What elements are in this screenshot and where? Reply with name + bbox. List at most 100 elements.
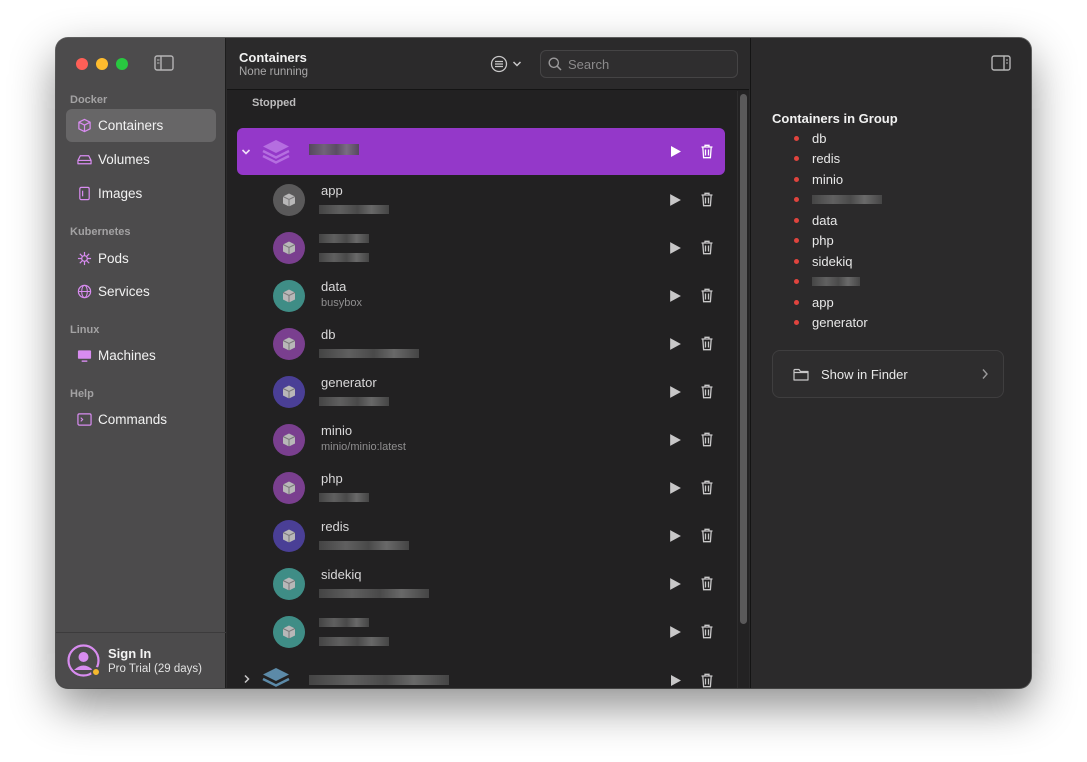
- trash-icon[interactable]: [700, 192, 714, 207]
- group-container-item: redis: [772, 149, 882, 170]
- show-in-finder-button[interactable]: Show in Finder: [772, 350, 1004, 398]
- sidebar-item-label: Commands: [98, 412, 168, 427]
- play-icon[interactable]: [669, 145, 682, 158]
- zoom-window-button[interactable]: [116, 58, 128, 70]
- container-row[interactable]: [227, 608, 737, 656]
- play-icon[interactable]: [669, 674, 682, 687]
- trash-icon[interactable]: [700, 480, 714, 495]
- sidebar-item-machines[interactable]: Machines: [66, 339, 216, 372]
- container-icon: [273, 520, 305, 552]
- play-icon[interactable]: [668, 385, 682, 399]
- filter-menu-button[interactable]: [490, 54, 526, 74]
- trash-icon[interactable]: [700, 673, 714, 688]
- cube-icon: [76, 118, 92, 134]
- group-container-item: minio: [772, 169, 882, 190]
- chevron-right-icon[interactable]: [242, 674, 252, 684]
- trash-icon[interactable]: [700, 336, 714, 351]
- container-row[interactable]: [227, 224, 737, 272]
- container-image-redacted: [319, 397, 389, 406]
- trash-icon[interactable]: [700, 240, 714, 255]
- trash-icon[interactable]: [700, 528, 714, 543]
- group-container-item: sidekiq: [772, 251, 882, 272]
- container-image-redacted: [319, 637, 389, 646]
- page-subtitle: None running: [239, 66, 309, 78]
- container-name: app: [321, 183, 343, 198]
- container-row[interactable]: generator: [227, 368, 737, 416]
- search-input[interactable]: [568, 56, 728, 72]
- container-name: redis: [321, 519, 350, 534]
- trial-status-dot: [91, 667, 101, 677]
- window-controls: [76, 58, 128, 70]
- trash-icon[interactable]: [700, 144, 714, 159]
- container-row[interactable]: minio minio/minio:latest: [227, 416, 737, 464]
- sidebar-item-images[interactable]: Images: [66, 177, 216, 210]
- image-icon: [76, 186, 92, 202]
- container-name: data: [321, 279, 347, 294]
- sidebar-toggle-icon[interactable]: [154, 55, 174, 71]
- sidebar-item-volumes[interactable]: Volumes: [66, 143, 216, 176]
- container-image-redacted: [319, 253, 369, 262]
- play-icon[interactable]: [668, 481, 682, 495]
- trash-icon[interactable]: [700, 432, 714, 447]
- trash-icon[interactable]: [700, 384, 714, 399]
- container-image-redacted: [319, 205, 389, 214]
- terminal-icon: [76, 412, 92, 428]
- play-icon[interactable]: [668, 193, 682, 207]
- bullet-icon: [794, 279, 799, 285]
- filter-icon: [490, 55, 508, 73]
- container-row[interactable]: app: [227, 176, 737, 224]
- sidebar-item-pods[interactable]: Pods: [66, 242, 216, 275]
- sidebar-item-commands[interactable]: Commands: [66, 403, 216, 436]
- trash-icon[interactable]: [700, 624, 714, 639]
- container-icon: [273, 232, 305, 264]
- monitor-icon: [76, 348, 92, 364]
- sign-in-button[interactable]: Sign In Pro Trial (29 days): [56, 632, 226, 688]
- sidebar-item-label: Images: [98, 186, 143, 201]
- container-icon: [273, 472, 305, 504]
- chevron-down-icon[interactable]: [241, 147, 251, 157]
- container-row[interactable]: db: [227, 320, 737, 368]
- sidebar-item-containers[interactable]: Containers: [66, 109, 216, 142]
- inspector-toggle-icon[interactable]: [991, 55, 1011, 71]
- stack-icon: [262, 140, 290, 164]
- container-icon: [273, 280, 305, 312]
- container-image-redacted: [319, 349, 419, 358]
- group-container-item: db: [772, 128, 882, 149]
- container-row[interactable]: redis: [227, 512, 737, 560]
- container-row[interactable]: sidekiq: [227, 560, 737, 608]
- group-container-name: php: [812, 233, 834, 249]
- page-title: Containers: [239, 50, 307, 65]
- container-row[interactable]: php: [227, 464, 737, 512]
- play-icon[interactable]: [668, 289, 682, 303]
- trash-icon[interactable]: [700, 288, 714, 303]
- play-icon[interactable]: [668, 241, 682, 255]
- minimize-window-button[interactable]: [96, 58, 108, 70]
- bullet-icon: [794, 258, 799, 264]
- sidebar-item-services[interactable]: Services: [66, 275, 216, 308]
- container-name: sidekiq: [321, 567, 362, 582]
- play-icon[interactable]: [668, 433, 682, 447]
- scrollbar-thumb[interactable]: [740, 94, 747, 624]
- play-icon[interactable]: [668, 529, 682, 543]
- section-label-help: Help: [70, 388, 94, 400]
- play-icon[interactable]: [668, 577, 682, 591]
- trash-icon[interactable]: [700, 576, 714, 591]
- chevron-down-icon: [512, 61, 522, 67]
- sidebar-item-label: Services: [98, 284, 150, 299]
- sidebar-item-label: Volumes: [98, 152, 150, 167]
- stack-icon: [262, 668, 290, 687]
- chevron-right-icon: [982, 369, 988, 379]
- search-field[interactable]: [540, 50, 738, 78]
- compose-group-row[interactable]: [237, 128, 725, 175]
- group-container-list: db redis minio data php sidekiq app generator: [772, 128, 882, 333]
- play-icon[interactable]: [668, 337, 682, 351]
- group-container-name: db: [812, 130, 827, 146]
- compose-group-row[interactable]: [227, 656, 737, 688]
- close-window-button[interactable]: [76, 58, 88, 70]
- bullet-icon: [794, 176, 799, 182]
- container-row[interactable]: data busybox: [227, 272, 737, 320]
- play-icon[interactable]: [668, 625, 682, 639]
- globe-icon: [76, 284, 92, 300]
- group-container-name: data: [812, 212, 838, 228]
- container-name-redacted: [319, 618, 369, 627]
